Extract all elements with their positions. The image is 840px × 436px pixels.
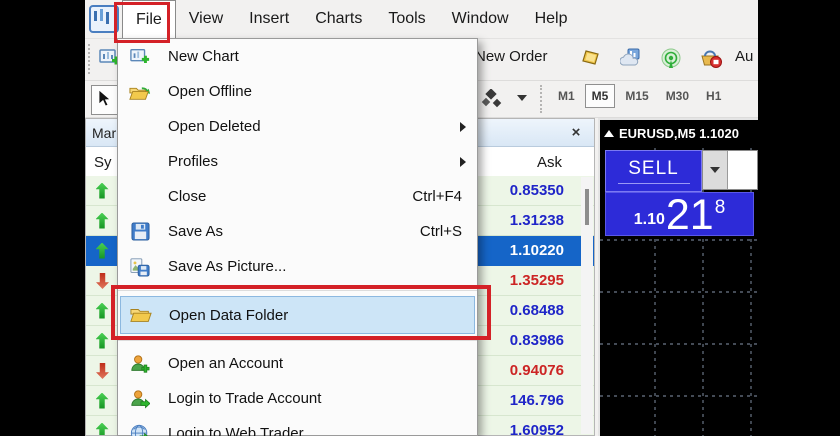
new-order-button[interactable]: New Order (475, 48, 548, 65)
toolbar-grip-handle[interactable] (540, 85, 546, 113)
menu-item-label: Login to Trade Account (168, 390, 321, 407)
application-window: File View Insert Charts Tools Window Hel… (0, 0, 840, 436)
menu-item-label: Close (168, 188, 206, 205)
menu-charts[interactable]: Charts (302, 0, 375, 38)
menu-item-save-as[interactable]: Save As Ctrl+S (118, 214, 477, 249)
timeframe-h1[interactable]: H1 (699, 84, 728, 108)
indicators-dropdown-caret-icon[interactable] (517, 95, 527, 101)
menu-item-close[interactable]: Close Ctrl+F4 (118, 179, 477, 214)
up-arrow-icon (96, 423, 109, 436)
sell-underline (618, 183, 690, 184)
new-chart-icon (127, 46, 153, 68)
menu-bar: File View Insert Charts Tools Window Hel… (85, 0, 758, 39)
chevron-down-icon (710, 167, 720, 173)
account-add-icon (127, 353, 153, 375)
submenu-arrow-icon (460, 157, 466, 167)
menu-item-label: Profiles (168, 153, 218, 170)
annotation-box-open-data-folder (111, 285, 491, 340)
timeframe-m15[interactable]: M15 (618, 84, 655, 108)
up-arrow-icon (96, 213, 109, 229)
menu-item-label: Save As (168, 223, 223, 240)
autotrading-button[interactable]: Au (735, 48, 753, 65)
timeframe-m30[interactable]: M30 (659, 84, 696, 108)
volume-combobox[interactable] (702, 150, 758, 190)
scrollbar-thumb[interactable] (585, 189, 589, 225)
menu-item-label: Save As Picture... (168, 258, 286, 275)
menu-item-login-trade-account[interactable]: Login to Trade Account (118, 381, 477, 416)
sell-price-panel[interactable]: 1.10 21 8 (605, 192, 754, 236)
menu-item-open-an-account[interactable]: Open an Account (118, 346, 477, 381)
menu-item-shortcut: Ctrl+S (420, 223, 462, 240)
menu-item-save-as-picture[interactable]: Save As Picture... (118, 249, 477, 284)
timeframe-m5[interactable]: M5 (585, 84, 616, 108)
open-folder-refresh-icon (127, 81, 153, 103)
price-prefix: 1.10 (634, 211, 665, 229)
menu-item-open-offline[interactable]: Open Offline (118, 74, 477, 109)
submenu-arrow-icon (460, 122, 466, 132)
collapse-triangle-icon[interactable] (604, 130, 614, 137)
toolbar-grip-handle[interactable] (88, 44, 94, 74)
menu-item-new-chart[interactable]: New Chart (118, 39, 477, 74)
menu-item-label: Open an Account (168, 355, 283, 372)
up-arrow-icon (96, 183, 109, 199)
menu-item-open-deleted[interactable]: Open Deleted (118, 109, 477, 144)
market-watch-scrollbar[interactable] (581, 177, 593, 434)
down-arrow-icon (96, 363, 109, 379)
menu-help[interactable]: Help (522, 0, 581, 38)
combo-caret-button[interactable] (703, 151, 728, 189)
up-arrow-icon (96, 333, 109, 349)
web-trader-icon (127, 423, 153, 436)
menu-item-label: Open Offline (168, 83, 252, 100)
menu-item-label: Login to Web Trader (168, 425, 304, 436)
sell-label: SELL (628, 158, 678, 180)
menu-item-shortcut: Ctrl+F4 (412, 188, 462, 205)
timeframe-bar: M1 M5 M15 M30 H1 (551, 84, 728, 108)
price-main: 21 (666, 195, 714, 235)
up-arrow-icon (96, 393, 109, 409)
save-icon (127, 221, 153, 243)
chart-titlebar[interactable]: EURUSD,M5 1.1020 (600, 120, 758, 146)
up-arrow-icon (96, 243, 109, 259)
signals-icon[interactable] (660, 47, 682, 69)
file-dropdown-menu: New Chart Open Offline Open Deleted Prof… (117, 38, 478, 436)
menu-insert[interactable]: Insert (236, 0, 302, 38)
menu-item-label: Open Deleted (168, 118, 261, 135)
down-arrow-icon (96, 273, 109, 289)
chart-title: EURUSD,M5 1.1020 (619, 126, 739, 141)
menu-item-label: New Chart (168, 48, 239, 65)
price-superscript: 8 (715, 197, 726, 219)
menu-tools[interactable]: Tools (375, 0, 438, 38)
volume-field[interactable] (728, 151, 757, 189)
ask-column-header[interactable]: Ask (537, 154, 594, 171)
menu-view[interactable]: View (176, 0, 236, 38)
annotation-box-file (114, 2, 170, 43)
menu-item-profiles[interactable]: Profiles (118, 144, 477, 179)
chart-shift-icon[interactable] (580, 47, 602, 69)
up-arrow-icon (96, 303, 109, 319)
cursor-arrow-icon (98, 90, 112, 108)
menu-window[interactable]: Window (439, 0, 522, 38)
timeframe-m1[interactable]: M1 (551, 84, 582, 108)
sell-button[interactable]: SELL (605, 150, 702, 192)
chart-window: EURUSD,M5 1.1020 SELL 1.10 21 8 (598, 118, 758, 436)
terminal-content: File View Insert Charts Tools Window Hel… (85, 0, 758, 436)
save-picture-icon (127, 256, 153, 278)
close-icon[interactable]: × (566, 122, 586, 142)
market-icon[interactable] (699, 47, 721, 69)
account-login-icon (127, 388, 153, 410)
market-watch-title: Mar (92, 125, 116, 141)
menu-item-login-web-trader[interactable]: Login to Web Trader (118, 416, 477, 436)
indicators-icon[interactable] (481, 89, 503, 111)
mql5-cloud-icon[interactable] (620, 47, 642, 69)
